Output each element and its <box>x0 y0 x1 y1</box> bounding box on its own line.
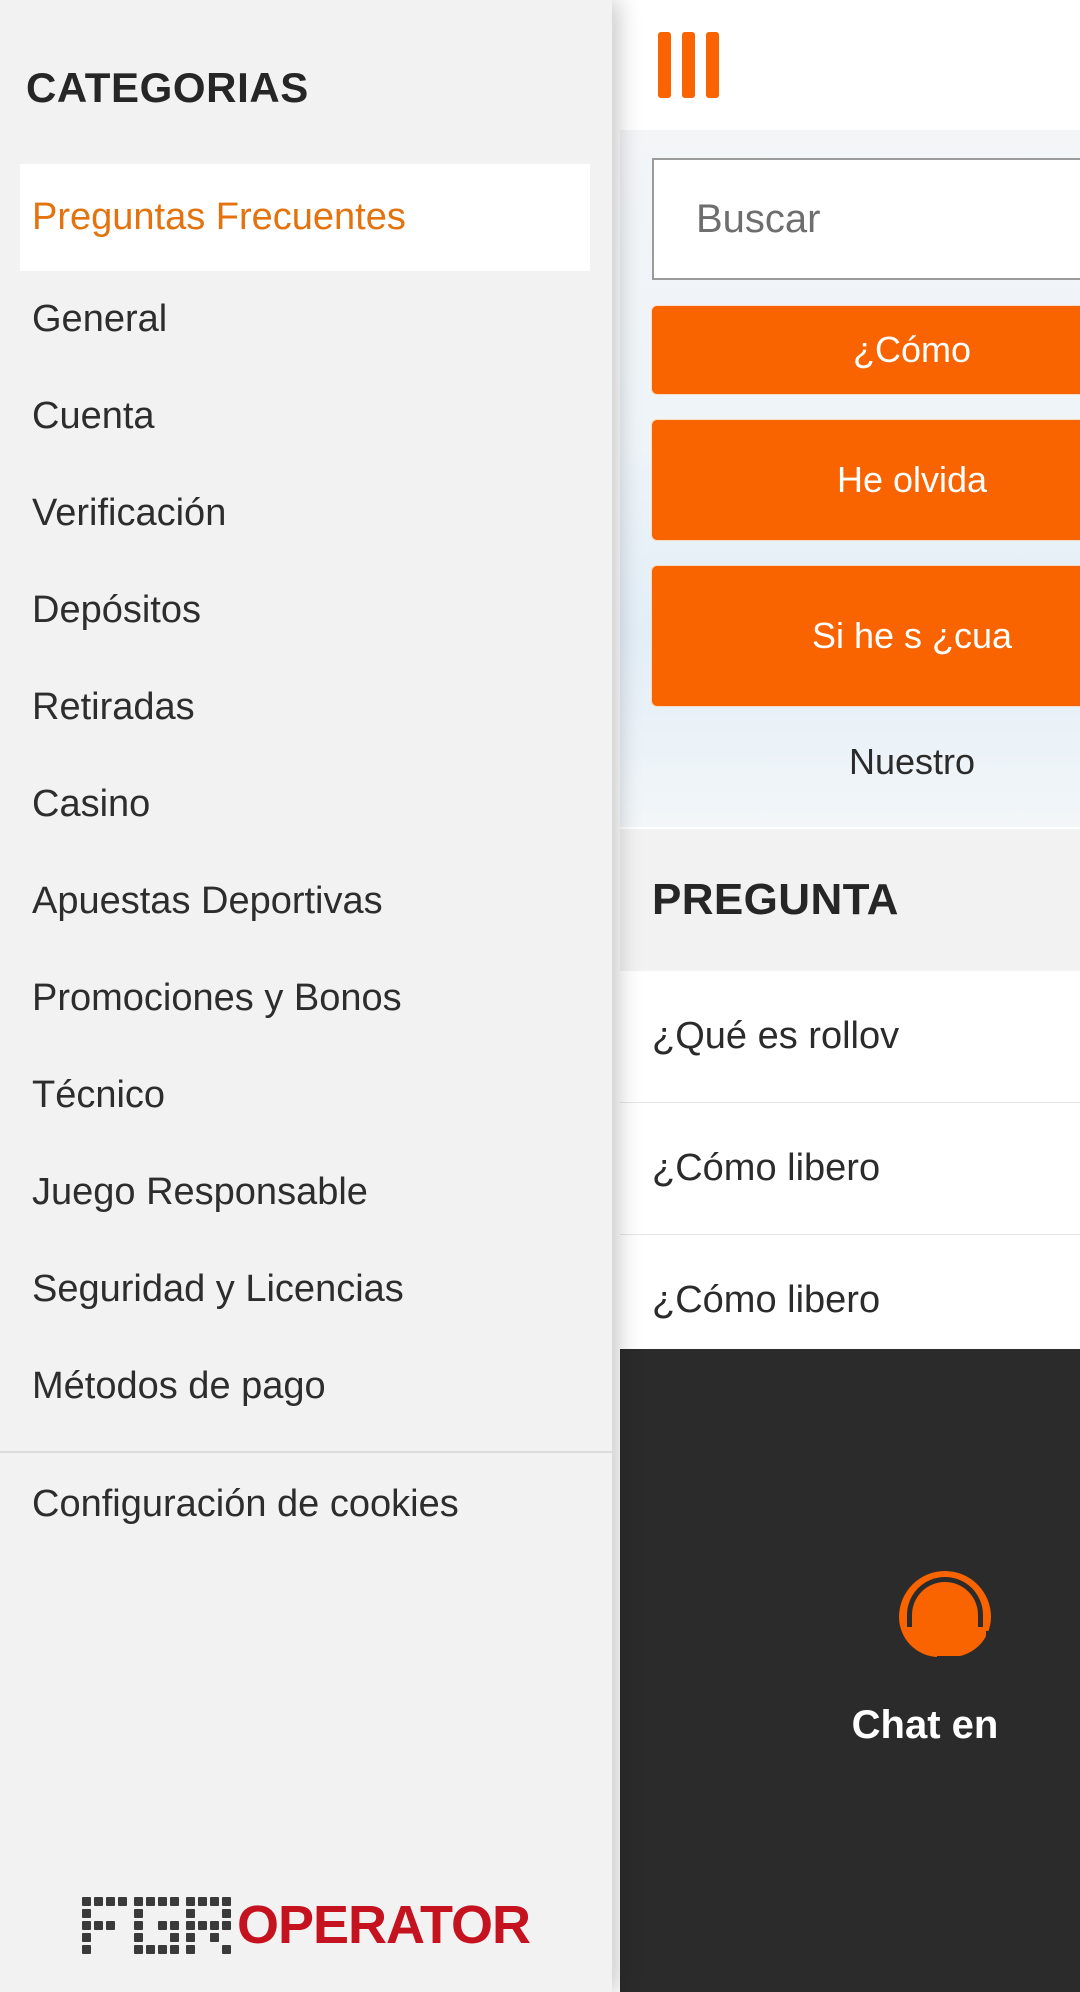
logo-wordmark: OPERATOR <box>236 1895 531 1955</box>
faq-page: Buscar ¿Cómo He olvida Si he s ¿cua Nues… <box>0 0 1080 1992</box>
sidebar-item-general[interactable]: General <box>0 271 612 368</box>
faq-list-item[interactable]: ¿Cómo libero <box>620 1103 1080 1235</box>
quick-link-button[interactable]: ¿Cómo <box>652 306 1080 394</box>
categories-drawer: CATEGORIAS Preguntas Frecuentes General … <box>0 0 612 1992</box>
sidebar-item-seguridad-y-licencias[interactable]: Seguridad y Licencias <box>0 1241 612 1338</box>
faq-list-item[interactable]: ¿Qué es rollov <box>620 971 1080 1103</box>
main-content-panel: Buscar ¿Cómo He olvida Si he s ¿cua Nues… <box>620 0 1080 1992</box>
drawer-title: CATEGORIAS <box>26 64 309 111</box>
sidebar-item-preguntas-frecuentes[interactable]: Preguntas Frecuentes <box>20 164 590 271</box>
sidebar-item-depositos[interactable]: Depósitos <box>0 562 612 659</box>
quick-link-button[interactable]: He olvida <box>652 420 1080 540</box>
sidebar-item-metodos-de-pago[interactable]: Métodos de pago <box>0 1338 612 1435</box>
sidebar-item-retiradas[interactable]: Retiradas <box>0 659 612 756</box>
sidebar-item-apuestas-deportivas[interactable]: Apuestas Deportivas <box>0 853 612 950</box>
top-bar <box>620 0 1080 130</box>
category-list: Preguntas Frecuentes General Cuenta Veri… <box>0 164 612 1435</box>
sidebar-item-casino[interactable]: Casino <box>0 756 612 853</box>
search-input[interactable]: Buscar <box>652 158 1080 280</box>
quick-link-button[interactable]: Si he s ¿cua <box>652 566 1080 706</box>
sidebar-item-juego-responsable[interactable]: Juego Responsable <box>0 1144 612 1241</box>
hero-section: Buscar ¿Cómo He olvida Si he s ¿cua Nues… <box>620 130 1080 827</box>
live-chat-widget[interactable]: Chat en <box>620 1349 1080 1992</box>
logo-mark-fgr <box>81 1896 231 1954</box>
sidebar-item-cookie-settings[interactable]: Configuración de cookies <box>0 1453 612 1553</box>
logo-glyph-f <box>81 1896 127 1954</box>
sidebar-item-cuenta[interactable]: Cuenta <box>0 368 612 465</box>
sidebar-item-tecnico[interactable]: Técnico <box>0 1047 612 1144</box>
section-header: PREGUNTA <box>620 826 1080 971</box>
hamburger-icon[interactable] <box>658 32 719 98</box>
sidebar-item-promociones-y-bonos[interactable]: Promociones y Bonos <box>0 950 612 1047</box>
logo-glyph-g <box>133 1896 179 1954</box>
hero-note: Nuestro <box>848 741 976 782</box>
sidebar-item-verificacion[interactable]: Verificación <box>0 465 612 562</box>
section-title: PREGUNTA <box>652 874 899 924</box>
search-placeholder: Buscar <box>696 196 821 241</box>
live-chat-label: Chat en <box>851 1703 999 1747</box>
headset-icon <box>891 1569 999 1677</box>
faq-list: ¿Qué es rollov ¿Cómo libero ¿Cómo libero <box>620 970 1080 1367</box>
brand-logo: OPERATOR <box>0 1894 612 1956</box>
logo-glyph-r <box>185 1896 231 1954</box>
faq-list-item[interactable]: ¿Cómo libero <box>620 1235 1080 1367</box>
